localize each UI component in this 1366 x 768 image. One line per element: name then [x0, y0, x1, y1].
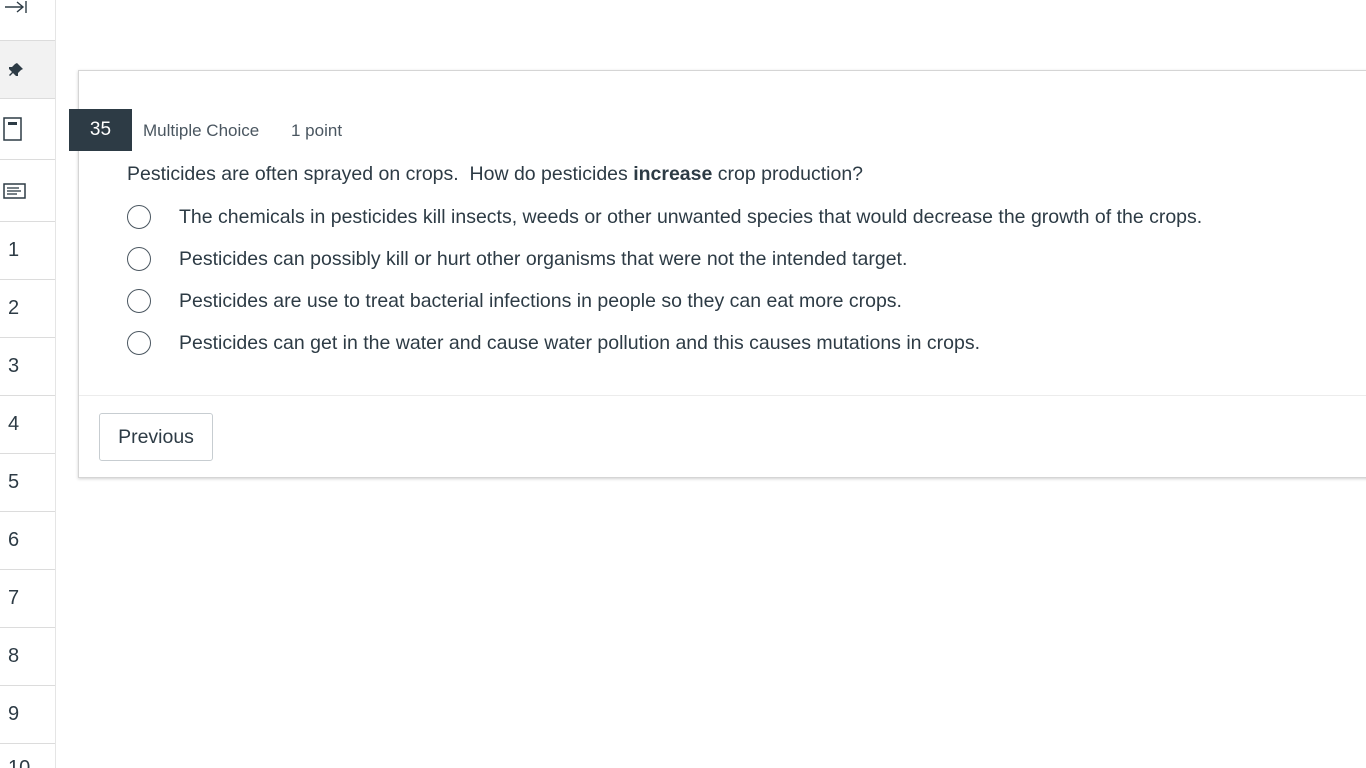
answer-option-2[interactable]: Pesticides can possibly kill or hurt oth…	[127, 244, 907, 274]
answer-radio-2[interactable]	[127, 247, 151, 271]
answer-radio-3[interactable]	[127, 289, 151, 313]
question-link-6[interactable]: 6	[0, 512, 55, 570]
previous-button[interactable]: Previous	[99, 413, 213, 461]
answer-text-2[interactable]: Pesticides can possibly kill or hurt oth…	[179, 248, 907, 271]
answer-text-4[interactable]: Pesticides can get in the water and caus…	[179, 332, 980, 355]
question-type: Multiple Choice	[143, 121, 260, 140]
question-link-4[interactable]: 4	[0, 396, 55, 454]
answer-radio-4[interactable]	[127, 331, 151, 355]
description-button[interactable]	[0, 160, 55, 222]
answer-text-1[interactable]: The chemicals in pesticides kill insects…	[179, 206, 1202, 229]
question-link-9[interactable]: 9	[0, 686, 55, 744]
answer-text-3[interactable]: Pesticides are use to treat bacterial in…	[179, 290, 902, 313]
prompt-emphasis: increase	[633, 163, 713, 185]
question-number-badge: 35	[69, 109, 132, 151]
answer-option-4[interactable]: Pesticides can get in the water and caus…	[127, 328, 980, 358]
question-link-8[interactable]: 8	[0, 628, 55, 686]
collapse-sidebar-button[interactable]	[0, 0, 55, 41]
question-link-5[interactable]: 5	[0, 454, 55, 512]
question-link-3[interactable]: 3	[0, 338, 55, 396]
collapse-arrow-icon	[5, 1, 27, 13]
question-nav-sidebar: 1 2 3 4 5 6 7 8 9 10	[0, 0, 56, 768]
prompt-text-start: Pesticides are often sprayed on crops. H…	[127, 163, 634, 185]
answer-option-3[interactable]: Pesticides are use to treat bacterial in…	[127, 286, 902, 316]
prompt-text-end: crop production?	[712, 163, 864, 185]
question-link-10-partial[interactable]: 10	[0, 744, 55, 768]
question-prompt: Pesticides are often sprayed on crops. H…	[127, 163, 863, 186]
bookmark-button[interactable]	[0, 99, 55, 160]
question-link-10-label-clipped: 10	[8, 758, 30, 768]
description-icon	[3, 182, 26, 199]
card-divider	[79, 395, 1366, 396]
pin-icon	[9, 62, 23, 76]
question-card	[78, 70, 1366, 478]
question-link-2[interactable]: 2	[0, 280, 55, 338]
answer-radio-1[interactable]	[127, 205, 151, 229]
question-link-7[interactable]: 7	[0, 570, 55, 628]
question-points: 1 point	[291, 121, 343, 140]
answer-option-1[interactable]: The chemicals in pesticides kill insects…	[127, 202, 1202, 232]
bookmark-icon	[3, 117, 22, 141]
pin-button[interactable]	[0, 41, 55, 99]
question-link-1[interactable]: 1	[0, 222, 55, 280]
